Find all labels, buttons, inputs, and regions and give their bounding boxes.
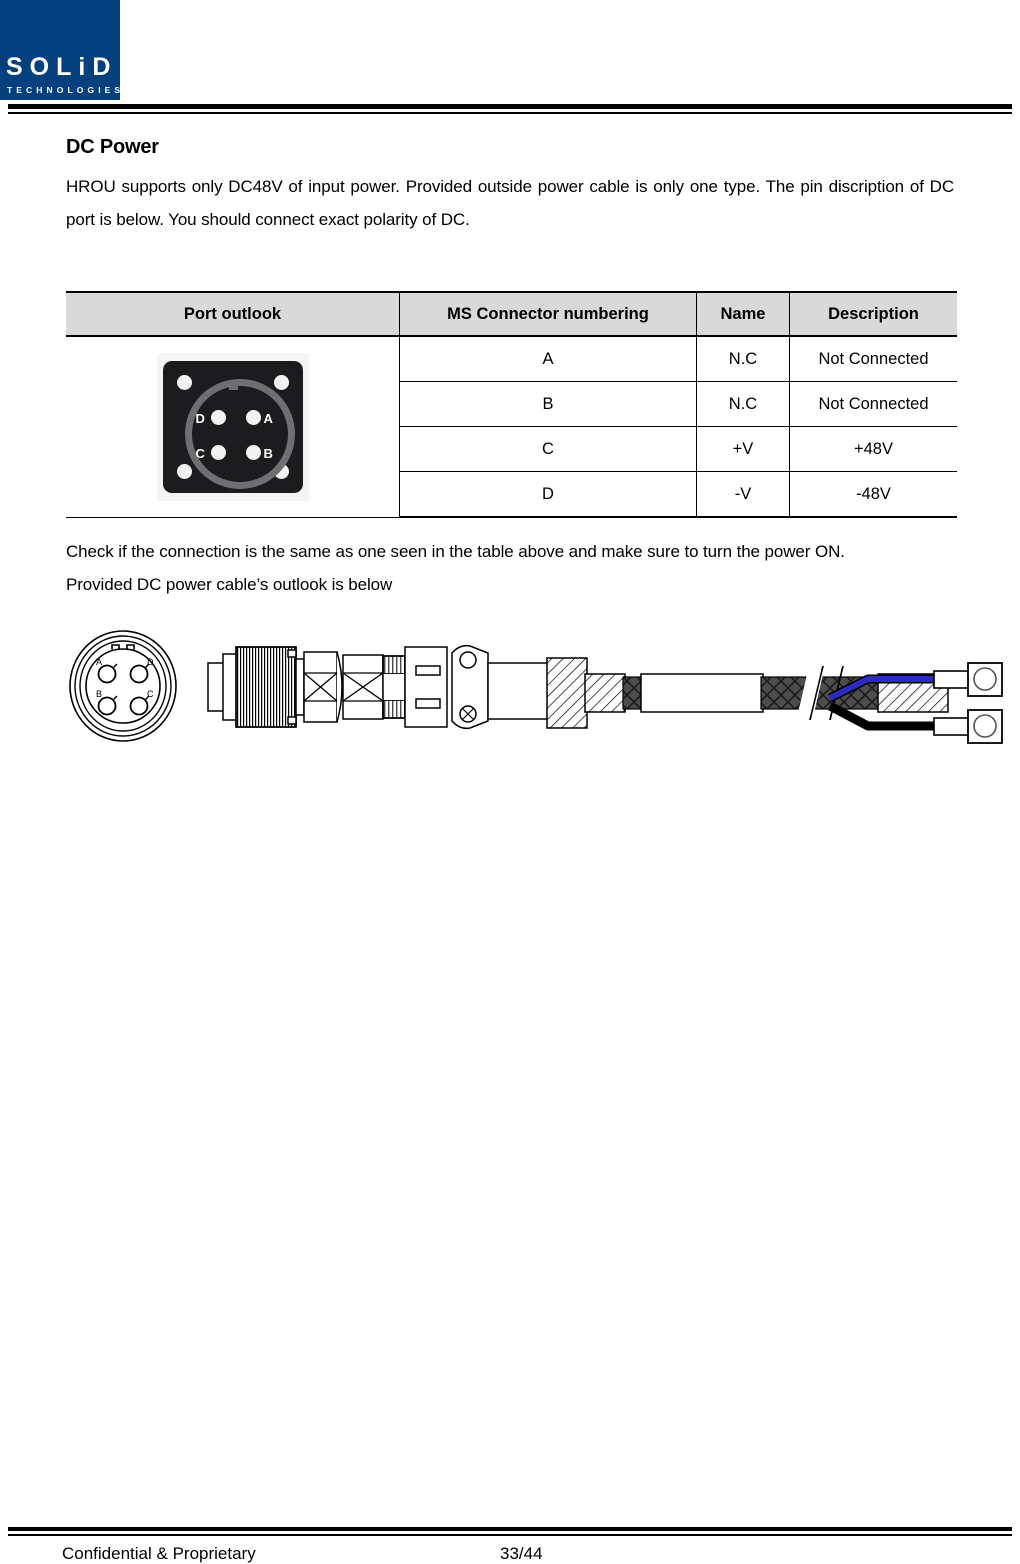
intro-paragraph: HROU supports only DC48V of input power.… xyxy=(66,177,954,230)
cell-description: -48V xyxy=(789,471,957,518)
port-pin-label-c: C xyxy=(195,445,205,461)
cable-pin-label-c: C xyxy=(147,689,154,699)
ring-terminal-icon xyxy=(967,709,1003,744)
page-title: DC Power xyxy=(66,136,159,158)
cell-ms-connector: A xyxy=(399,335,697,382)
cell-name: N.C xyxy=(696,381,790,427)
cell-description: +48V xyxy=(789,426,957,472)
footer-rule-thin xyxy=(8,1534,1012,1536)
check-connection-paragraph: Check if the connection is the same as o… xyxy=(66,542,845,561)
cell-description: Not Connected xyxy=(789,381,957,427)
column-header-ms-connector-numbering: MS Connector numbering xyxy=(399,291,697,337)
section-intro: DC Power HROU supports only DC48V of inp… xyxy=(66,134,954,236)
cell-name: +V xyxy=(696,426,790,472)
negative-wire xyxy=(827,702,940,731)
dc-power-cable-diagram: A D B C xyxy=(60,618,1003,768)
cable-wire-terminals xyxy=(827,662,1003,744)
mounting-hole-icon xyxy=(176,374,192,390)
logo-secondary-text: TECHNOLOGIES xyxy=(7,85,120,95)
port-pin-label-a: A xyxy=(263,410,273,426)
ring-terminal-icon xyxy=(967,662,1003,697)
post-table-text: Check if the connection is the same as o… xyxy=(66,535,966,601)
pin-socket-icon xyxy=(210,444,226,460)
footer-confidential-notice: Confidential & Proprietary xyxy=(62,1544,256,1563)
cell-ms-connector: D xyxy=(399,471,697,518)
connector-port-body: D A C B xyxy=(162,360,303,493)
strain-relief-boot xyxy=(546,657,626,729)
page-footer: Confidential & Proprietary 33/44 xyxy=(0,1494,1020,1563)
pin-socket-icon xyxy=(245,444,261,460)
cable-pin-label-a: A xyxy=(96,657,102,667)
port-outlook-cell: D A C B xyxy=(66,335,400,518)
page-header: SOLiD TECHNOLOGIES xyxy=(0,0,1020,120)
mounting-hole-icon xyxy=(176,463,192,479)
table-row: D A C B A N.C Not Connected xyxy=(66,335,957,518)
pin-socket-icon xyxy=(210,409,226,425)
cell-ms-connector: C xyxy=(399,426,697,472)
cable-outlook-paragraph: Provided DC power cable’s outlook is bel… xyxy=(66,575,393,595)
mounting-hole-icon xyxy=(273,374,289,390)
port-pin-label-b: B xyxy=(263,445,273,461)
logo-primary-text: SOLiD xyxy=(6,53,118,81)
connector-keyway-icon xyxy=(228,380,238,390)
connector-port-image: D A C B xyxy=(156,352,309,501)
cell-description: Not Connected xyxy=(789,335,957,382)
column-header-description: Description xyxy=(789,291,957,337)
cable-pin-label-d: D xyxy=(147,657,154,667)
cell-name: N.C xyxy=(696,335,790,382)
company-logo: SOLiD TECHNOLOGIES xyxy=(0,0,120,100)
connector-ring-icon xyxy=(184,378,295,489)
column-header-name: Name xyxy=(696,291,790,337)
footer-rule-thick xyxy=(8,1527,1012,1531)
cell-name: -V xyxy=(696,471,790,518)
cable-pin-label-b: B xyxy=(96,689,102,699)
header-rule-thick xyxy=(8,104,1012,109)
positive-wire xyxy=(828,676,940,701)
pin-socket-icon xyxy=(245,409,261,425)
dc-power-pinout-table: Port outlook MS Connector numbering Name… xyxy=(66,291,957,518)
connector-face-view xyxy=(69,630,177,742)
table-header-row: Port outlook MS Connector numbering Name… xyxy=(66,291,957,337)
footer-page-number: 33/44 xyxy=(500,1544,543,1563)
ms-connector-plug xyxy=(207,644,551,730)
header-rule-thin xyxy=(8,112,1012,114)
cell-ms-connector: B xyxy=(399,381,697,427)
column-header-port-outlook: Port outlook xyxy=(66,291,400,337)
port-pin-label-d: D xyxy=(195,410,205,426)
